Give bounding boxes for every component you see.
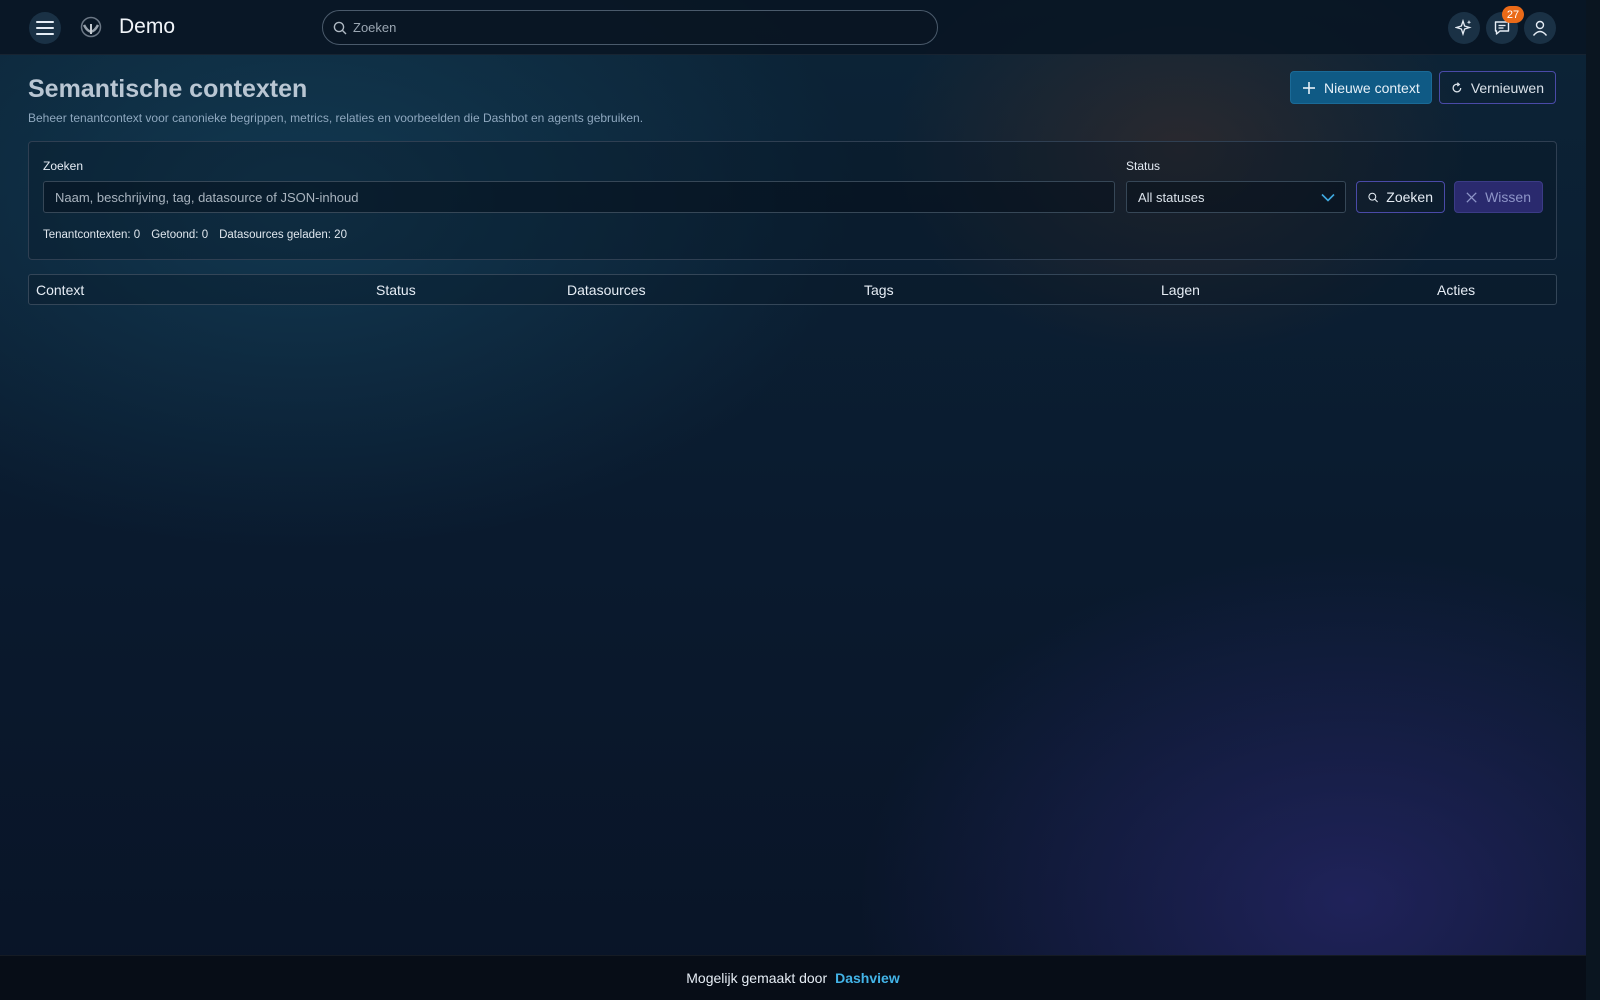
column-header-context[interactable]: Context — [36, 282, 84, 298]
search-button-label: Zoeken — [1386, 189, 1433, 205]
notification-badge: 27 — [1502, 6, 1524, 23]
search-label: Zoeken — [43, 159, 84, 173]
page-title: Semantische contexten — [28, 75, 308, 103]
stat-shown: Getoond: 0 — [151, 229, 209, 241]
logo-icon — [80, 16, 102, 38]
status-label: Status — [1126, 159, 1161, 173]
sparkle-icon — [1455, 19, 1472, 37]
stat-datasources-loaded: Datasources geladen: 20 — [219, 229, 347, 241]
brand-name[interactable]: Demo — [119, 15, 175, 39]
footer-link-dashview[interactable]: Dashview — [835, 970, 900, 986]
status-select[interactable]: All statuses — [1126, 181, 1346, 213]
new-context-label: Nieuwe context — [1324, 79, 1420, 96]
status-selected-value: All statuses — [1138, 189, 1205, 205]
menu-button[interactable] — [29, 12, 61, 44]
user-icon — [1532, 20, 1548, 36]
new-context-button[interactable]: Nieuwe context — [1290, 71, 1432, 104]
filter-panel: Zoeken Status All statuses Zoeken Wissen… — [28, 141, 1557, 260]
plus-icon — [1303, 81, 1315, 94]
search-button[interactable]: Zoeken — [1356, 181, 1445, 213]
column-header-lagen[interactable]: Lagen — [1161, 282, 1200, 298]
clear-button-label: Wissen — [1485, 189, 1531, 205]
chevron-down-icon — [1321, 193, 1335, 202]
refresh-button[interactable]: Vernieuwen — [1439, 71, 1556, 104]
stats-bar: Tenantcontexten: 0 Getoond: 0 Datasource… — [43, 229, 347, 241]
search-icon — [1368, 192, 1378, 202]
close-icon — [1466, 191, 1477, 203]
contexts-table: Context Status Datasources Tags Lagen Ac… — [28, 274, 1557, 305]
menu-icon — [36, 21, 54, 35]
search-icon — [333, 21, 347, 34]
top-bar: Demo 27 — [0, 0, 1586, 55]
page-subtitle: Beheer tenantcontext voor canonieke begr… — [28, 111, 644, 125]
footer-text: Mogelijk gemaakt door — [686, 970, 828, 986]
column-header-tags[interactable]: Tags — [864, 282, 894, 298]
global-search[interactable] — [322, 10, 938, 45]
stat-tenant-contexts: Tenantcontexten: 0 — [43, 229, 141, 241]
column-header-acties: Acties — [1437, 282, 1476, 298]
refresh-icon — [1452, 81, 1462, 92]
context-search-input[interactable] — [43, 181, 1115, 213]
footer: Mogelijk gemaakt door Dashview — [0, 955, 1586, 1000]
ai-assistant-button[interactable] — [1448, 12, 1480, 44]
global-search-input[interactable] — [353, 20, 913, 35]
page-scrollbar[interactable] — [1586, 0, 1600, 1000]
refresh-label: Vernieuwen — [1470, 79, 1544, 96]
user-menu-button[interactable] — [1524, 12, 1556, 44]
clear-button[interactable]: Wissen — [1454, 181, 1543, 213]
column-header-status[interactable]: Status — [376, 282, 416, 298]
column-header-datasources[interactable]: Datasources — [567, 282, 646, 298]
